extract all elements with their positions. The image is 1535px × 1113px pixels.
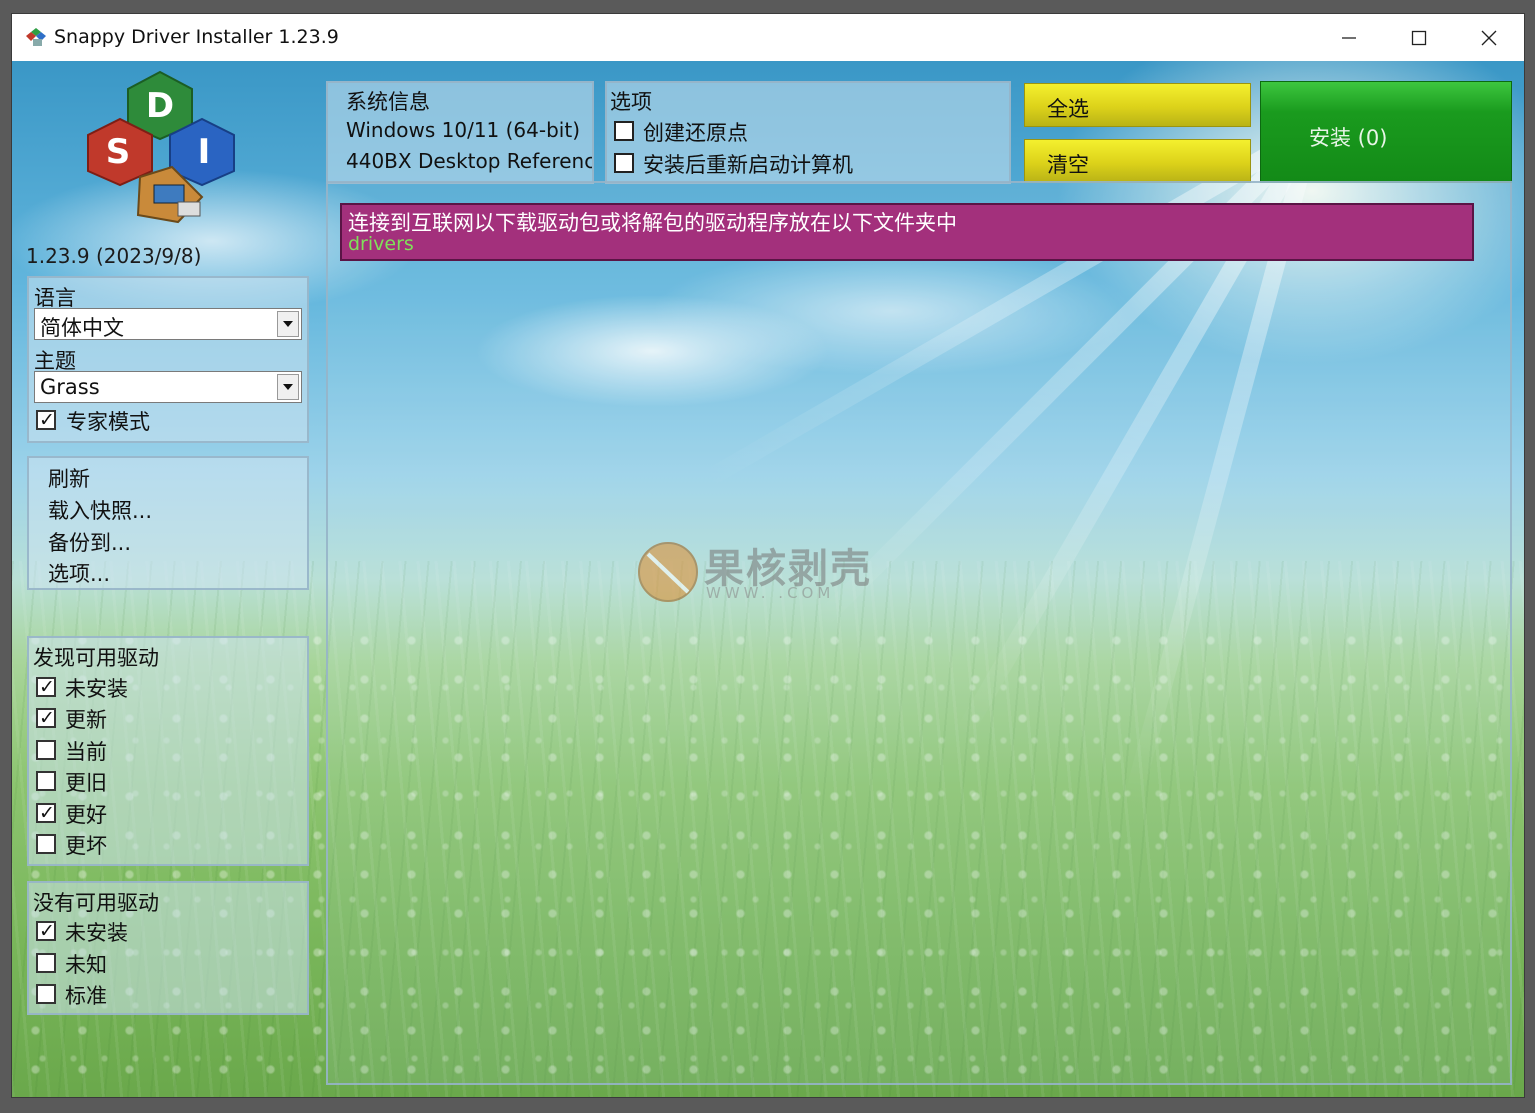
refresh-link[interactable]: 刷新	[48, 463, 90, 493]
download-message[interactable]: 连接到互联网以下载驱动包或将解包的驱动程序放在以下文件夹中 drivers	[340, 203, 1474, 261]
found-current-checkbox[interactable]	[36, 740, 56, 760]
close-icon	[1481, 30, 1497, 45]
found-worse-checkbox[interactable]	[36, 834, 56, 854]
theme-dropdown-button[interactable]	[277, 374, 299, 400]
options-title: 选项	[610, 90, 652, 114]
maximize-button[interactable]	[1384, 14, 1454, 61]
missing-not-installed-label: 未安装	[65, 921, 128, 945]
found-drivers-panel: 发现可用驱动 ✓ 未安装 ✓ 更新 当前 更旧 ✓ 更好 更坏	[27, 636, 309, 866]
actions-panel: 刷新 载入快照... 备份到... 选项...	[27, 456, 309, 590]
found-update-checkbox[interactable]: ✓	[36, 707, 56, 729]
sdi-logo: D S I	[87, 70, 235, 224]
options-link[interactable]: 选项...	[48, 558, 110, 588]
missing-standard-label: 标准	[65, 984, 107, 1008]
load-snapshot-link[interactable]: 载入快照...	[48, 495, 152, 525]
language-select[interactable]: 简体中文	[34, 308, 302, 340]
watermark-logo-icon	[638, 542, 698, 602]
checkmark-icon: ✓	[39, 707, 55, 729]
no-drivers-title: 没有可用驱动	[33, 891, 159, 915]
minimize-button[interactable]	[1314, 14, 1384, 61]
found-drivers-title: 发现可用驱动	[33, 646, 159, 670]
logo-letter-i: I	[198, 132, 211, 172]
checkmark-icon: ✓	[39, 409, 55, 431]
select-all-label: 全选	[1047, 97, 1089, 121]
create-restore-checkbox[interactable]	[614, 121, 634, 141]
chevron-down-icon	[283, 321, 293, 327]
clear-label: 清空	[1047, 153, 1089, 177]
found-not-installed-checkbox[interactable]: ✓	[36, 676, 56, 698]
no-drivers-panel: 没有可用驱动 ✓ 未安装 未知 标准	[27, 881, 309, 1015]
found-older-label: 更旧	[65, 771, 107, 795]
theme-select-value: Grass	[40, 375, 100, 399]
found-better-label: 更好	[65, 803, 107, 827]
model-info: 440BX Desktop Reference	[346, 149, 592, 173]
minimize-icon	[1342, 36, 1356, 39]
found-not-installed-label: 未安装	[65, 677, 128, 701]
found-older-checkbox[interactable]	[36, 771, 56, 791]
checkmark-icon: ✓	[39, 920, 55, 942]
expert-mode-checkbox[interactable]: ✓	[36, 409, 56, 431]
logo-letter-s: S	[106, 132, 131, 172]
watermark-url: WWW. .COM	[706, 584, 835, 602]
missing-unknown-label: 未知	[65, 953, 107, 977]
language-panel: 语言 简体中文 主题 Grass ✓ 专家模式	[27, 276, 309, 443]
os-info: Windows 10/11 (64-bit)	[346, 118, 580, 142]
options-panel: 选项 创建还原点 安装后重新启动计算机	[605, 81, 1011, 184]
backup-to-link[interactable]: 备份到...	[48, 527, 131, 557]
maximize-icon	[1411, 30, 1427, 45]
restart-checkbox[interactable]	[614, 153, 634, 173]
window-title: Snappy Driver Installer 1.23.9	[54, 26, 339, 48]
driver-list-area	[326, 181, 1512, 1085]
install-label: 安装 (0)	[1309, 126, 1388, 150]
version-label: 1.23.9 (2023/9/8)	[26, 244, 202, 268]
drivers-folder-label: drivers	[348, 233, 414, 255]
missing-unknown-checkbox[interactable]	[36, 953, 56, 973]
language-select-value: 简体中文	[40, 316, 124, 340]
logo-letter-d: D	[146, 86, 174, 126]
missing-standard-checkbox[interactable]	[36, 984, 56, 1004]
download-message-text: 连接到互联网以下载驱动包或将解包的驱动程序放在以下文件夹中	[348, 211, 957, 235]
create-restore-label: 创建还原点	[643, 121, 748, 145]
expert-mode-label: 专家模式	[66, 410, 150, 434]
theme-select[interactable]: Grass	[34, 371, 302, 403]
system-info-title: 系统信息	[346, 90, 430, 114]
title-bar: Snappy Driver Installer 1.23.9	[12, 14, 1524, 61]
chevron-down-icon	[283, 384, 293, 390]
found-update-label: 更新	[65, 708, 107, 732]
found-current-label: 当前	[65, 740, 107, 764]
select-all-button[interactable]: 全选	[1024, 83, 1251, 127]
clear-button[interactable]: 清空	[1024, 139, 1251, 183]
watermark: 果核剥壳 WWW. .COM	[636, 536, 906, 606]
found-worse-label: 更坏	[65, 834, 107, 858]
client-area: D S I 1.23.9 (2023/9/8) 语言 简体中文 主题 Grass	[12, 61, 1524, 1097]
app-icon	[26, 28, 46, 46]
missing-not-installed-checkbox[interactable]: ✓	[36, 920, 56, 942]
app-window: Snappy Driver Installer 1.23.9 D S I 1.2…	[12, 14, 1524, 1097]
install-button[interactable]: 安装 (0)	[1260, 81, 1512, 183]
restart-label: 安装后重新启动计算机	[643, 153, 853, 177]
checkmark-icon: ✓	[39, 676, 55, 698]
checkmark-icon: ✓	[39, 802, 55, 824]
system-info-panel: 系统信息 Windows 10/11 (64-bit) 440BX Deskto…	[326, 81, 594, 184]
found-better-checkbox[interactable]: ✓	[36, 802, 56, 824]
language-dropdown-button[interactable]	[277, 311, 299, 337]
close-button[interactable]	[1454, 14, 1524, 61]
